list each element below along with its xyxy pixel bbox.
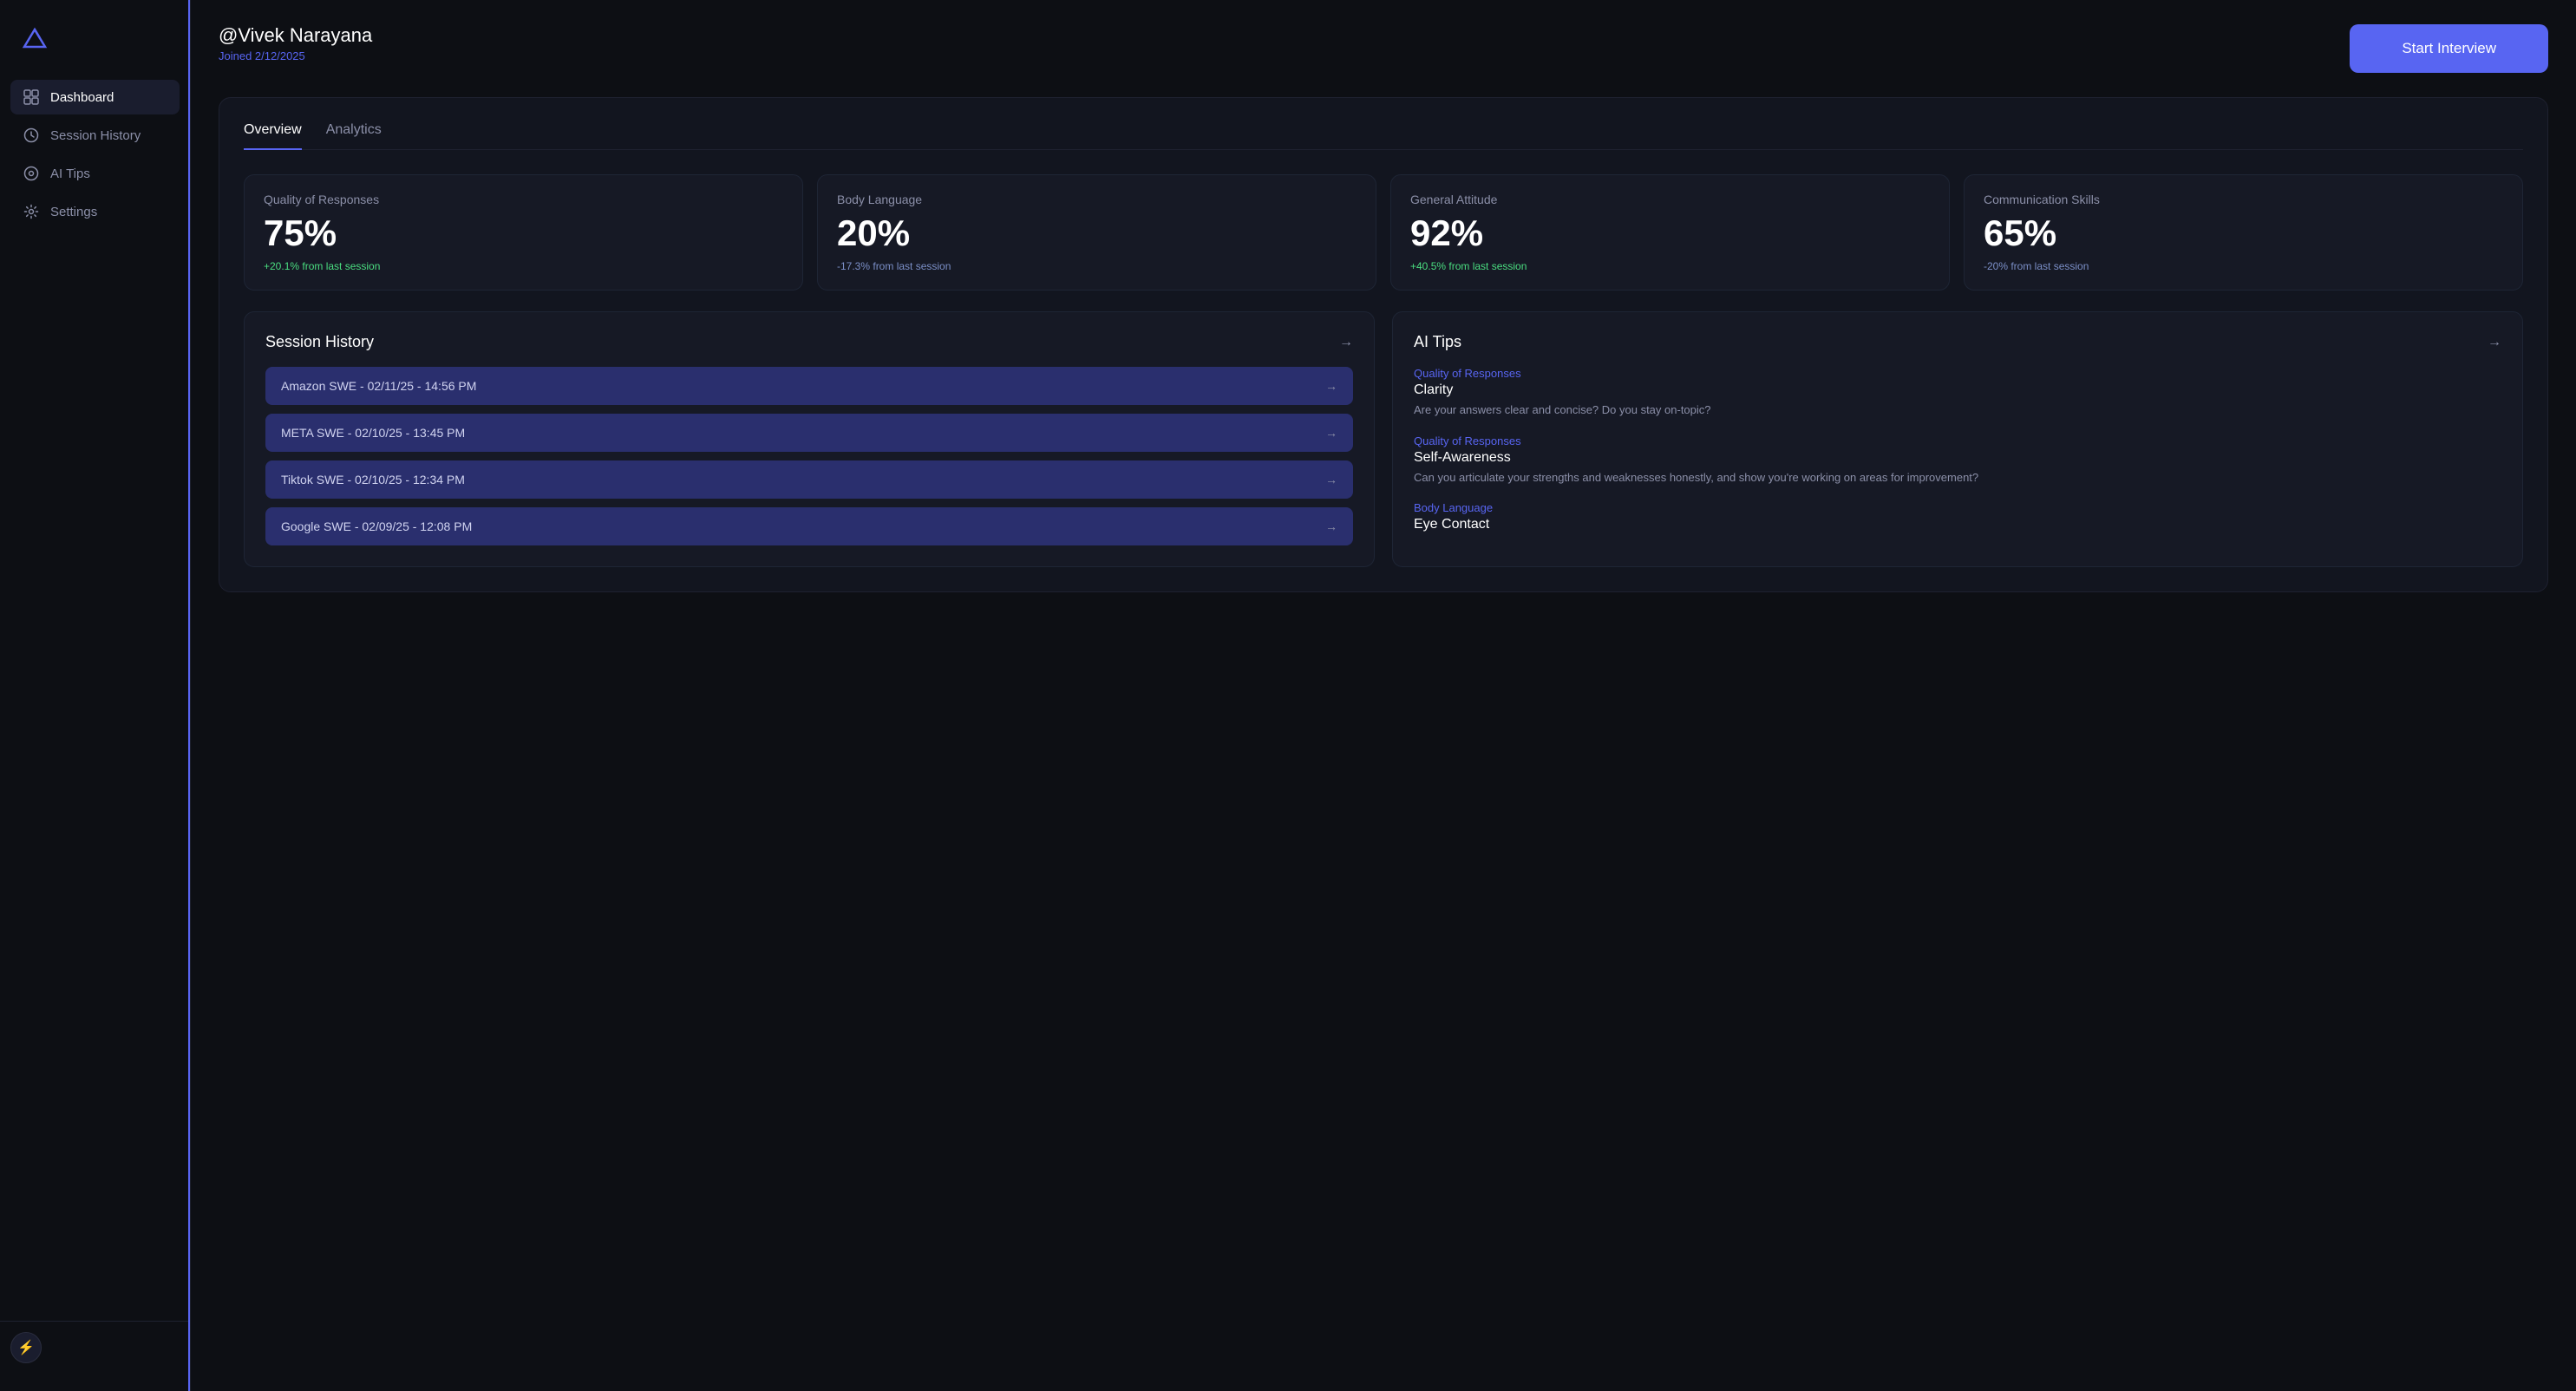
bottom-action-button[interactable]: ⚡	[10, 1332, 42, 1363]
ai-tips-title: AI Tips	[1414, 333, 1461, 351]
metric-card-communication: Communication Skills 65% -20% from last …	[1964, 174, 2523, 291]
tabs: Overview Analytics	[244, 122, 2523, 150]
session-item-arrow: →	[1325, 519, 1337, 533]
session-item-label: META SWE - 02/10/25 - 13:45 PM	[281, 426, 465, 440]
user-info: @Vivek Narayana Joined 2/12/2025	[219, 24, 372, 62]
metrics-grid: Quality of Responses 75% +20.1% from las…	[244, 174, 2523, 291]
tip-category: Quality of Responses	[1414, 434, 2501, 447]
ai-tips-icon	[23, 165, 40, 182]
ai-tips-card-header: AI Tips →	[1414, 333, 2501, 351]
metric-change: -20% from last session	[1984, 260, 2503, 272]
metric-label: Communication Skills	[1984, 193, 2503, 206]
tip-item: Quality of Responses Clarity Are your an…	[1414, 367, 2501, 419]
session-history-icon	[23, 127, 40, 144]
metric-change: +40.5% from last session	[1410, 260, 1930, 272]
username: @Vivek Narayana	[219, 24, 372, 47]
session-history-card: Session History → Amazon SWE - 02/11/25 …	[244, 311, 1375, 567]
session-item-label: Tiktok SWE - 02/10/25 - 12:34 PM	[281, 473, 465, 487]
tip-title: Self-Awareness	[1414, 450, 2501, 466]
main-content: @Vivek Narayana Joined 2/12/2025 Start I…	[191, 0, 2576, 1391]
logo-icon	[21, 26, 49, 54]
user-joined: Joined 2/12/2025	[219, 49, 372, 62]
metric-card-quality: Quality of Responses 75% +20.1% from las…	[244, 174, 803, 291]
settings-icon	[23, 203, 40, 220]
tip-title: Eye Contact	[1414, 517, 2501, 532]
tip-category: Body Language	[1414, 501, 2501, 514]
tab-overview[interactable]: Overview	[244, 122, 302, 150]
session-history-arrow[interactable]: →	[1339, 335, 1353, 350]
metric-change: -17.3% from last session	[837, 260, 1357, 272]
session-history-card-header: Session History →	[265, 333, 1353, 351]
tip-description: Are your answers clear and concise? Do y…	[1414, 402, 2501, 419]
metric-label: Body Language	[837, 193, 1357, 206]
sidebar-item-label: Settings	[50, 205, 97, 219]
session-item-arrow: →	[1325, 379, 1337, 393]
tip-item: Quality of Responses Self-Awareness Can …	[1414, 434, 2501, 487]
metric-label: Quality of Responses	[264, 193, 783, 206]
sidebar-item-label: AI Tips	[50, 167, 90, 181]
session-item-arrow: →	[1325, 473, 1337, 487]
session-item-arrow: →	[1325, 426, 1337, 440]
ai-tips-arrow[interactable]: →	[2488, 335, 2501, 350]
tips-list: Quality of Responses Clarity Are your an…	[1414, 367, 2501, 536]
sidebar-item-label: Session History	[50, 128, 141, 143]
session-item-label: Amazon SWE - 02/11/25 - 14:56 PM	[281, 379, 476, 393]
overview-card: Overview Analytics Quality of Responses …	[219, 97, 2548, 592]
sidebar: Dashboard Session History AI Tips	[0, 0, 191, 1391]
session-item[interactable]: Google SWE - 02/09/25 - 12:08 PM →	[265, 507, 1353, 545]
page-header: @Vivek Narayana Joined 2/12/2025 Start I…	[219, 24, 2548, 73]
session-item[interactable]: Amazon SWE - 02/11/25 - 14:56 PM →	[265, 367, 1353, 405]
metric-value: 75%	[264, 213, 783, 253]
dashboard-icon	[23, 88, 40, 106]
lightning-icon: ⚡	[17, 1339, 35, 1356]
tip-item: Body Language Eye Contact	[1414, 501, 2501, 536]
sidebar-item-settings[interactable]: Settings	[10, 194, 180, 229]
sidebar-item-label: Dashboard	[50, 90, 114, 105]
tip-title: Clarity	[1414, 382, 2501, 398]
ai-tips-card: AI Tips → Quality of Responses Clarity A…	[1392, 311, 2523, 567]
bottom-grid: Session History → Amazon SWE - 02/11/25 …	[244, 311, 2523, 567]
metric-change: +20.1% from last session	[264, 260, 783, 272]
sidebar-item-session-history[interactable]: Session History	[10, 118, 180, 153]
tab-analytics[interactable]: Analytics	[326, 122, 382, 150]
metric-label: General Attitude	[1410, 193, 1930, 206]
metric-card-attitude: General Attitude 92% +40.5% from last se…	[1390, 174, 1950, 291]
metric-card-body-language: Body Language 20% -17.3% from last sessi…	[817, 174, 1376, 291]
tip-description: Can you articulate your strengths and we…	[1414, 469, 2501, 487]
logo	[0, 17, 190, 80]
sidebar-divider	[188, 0, 190, 1391]
start-interview-button[interactable]: Start Interview	[2350, 24, 2548, 73]
session-history-title: Session History	[265, 333, 374, 351]
metric-value: 65%	[1984, 213, 2503, 253]
session-item-label: Google SWE - 02/09/25 - 12:08 PM	[281, 519, 472, 533]
session-item[interactable]: META SWE - 02/10/25 - 13:45 PM →	[265, 414, 1353, 452]
session-item[interactable]: Tiktok SWE - 02/10/25 - 12:34 PM →	[265, 460, 1353, 499]
metric-value: 92%	[1410, 213, 1930, 253]
tip-category: Quality of Responses	[1414, 367, 2501, 380]
sidebar-item-ai-tips[interactable]: AI Tips	[10, 156, 180, 191]
sidebar-item-dashboard[interactable]: Dashboard	[10, 80, 180, 114]
sidebar-bottom: ⚡	[0, 1321, 190, 1374]
metric-value: 20%	[837, 213, 1357, 253]
session-list: Amazon SWE - 02/11/25 - 14:56 PM → META …	[265, 367, 1353, 545]
sidebar-nav: Dashboard Session History AI Tips	[0, 80, 190, 1321]
